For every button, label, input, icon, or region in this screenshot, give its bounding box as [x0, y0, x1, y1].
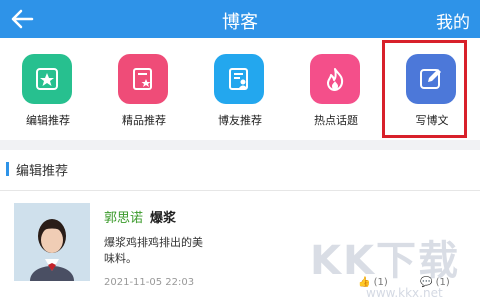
- nav-label: 编辑推荐: [26, 114, 70, 127]
- watermark-logo: KK下载: [310, 238, 460, 284]
- watermark-url: www.kkx.net: [366, 286, 443, 300]
- user-document-icon: [229, 68, 248, 90]
- top-bar: 博客 我的: [0, 0, 480, 38]
- nav-quality-picks[interactable]: 精品推荐: [96, 50, 192, 138]
- nav-label: 博友推荐: [218, 114, 262, 127]
- flame-icon: [327, 68, 344, 91]
- post-thumbnail[interactable]: [14, 203, 90, 281]
- section-title: 编辑推荐: [16, 164, 69, 179]
- nav-label: 精品推荐: [122, 114, 166, 127]
- post-time: 2021-11-05 22:03: [104, 277, 195, 288]
- section-header: 编辑推荐: [0, 150, 480, 190]
- nav-label: 热点话题: [314, 114, 358, 127]
- section-marker: [6, 162, 9, 176]
- star-document-icon: [133, 68, 152, 90]
- nav-friend-picks[interactable]: 博友推荐: [192, 50, 288, 138]
- friend-picks-tile: [214, 54, 264, 104]
- post-author[interactable]: 郭思诺: [104, 207, 143, 226]
- portrait-image: [14, 203, 90, 281]
- divider: [0, 140, 480, 150]
- hot-topics-tile: [310, 54, 360, 104]
- nav-hot-topics[interactable]: 热点话题: [288, 50, 384, 138]
- nav-editor-picks[interactable]: 编辑推荐: [0, 50, 96, 138]
- star-book-icon: [36, 68, 58, 90]
- page-title: 博客: [222, 12, 258, 33]
- quality-picks-tile: [118, 54, 168, 104]
- editor-picks-tile: [22, 54, 72, 104]
- my-button[interactable]: 我的: [436, 8, 470, 33]
- highlight-box: [382, 40, 467, 138]
- post-excerpt: 爆浆鸡排鸡排出的美味料。: [104, 236, 203, 265]
- post-headline[interactable]: 爆浆: [150, 207, 176, 226]
